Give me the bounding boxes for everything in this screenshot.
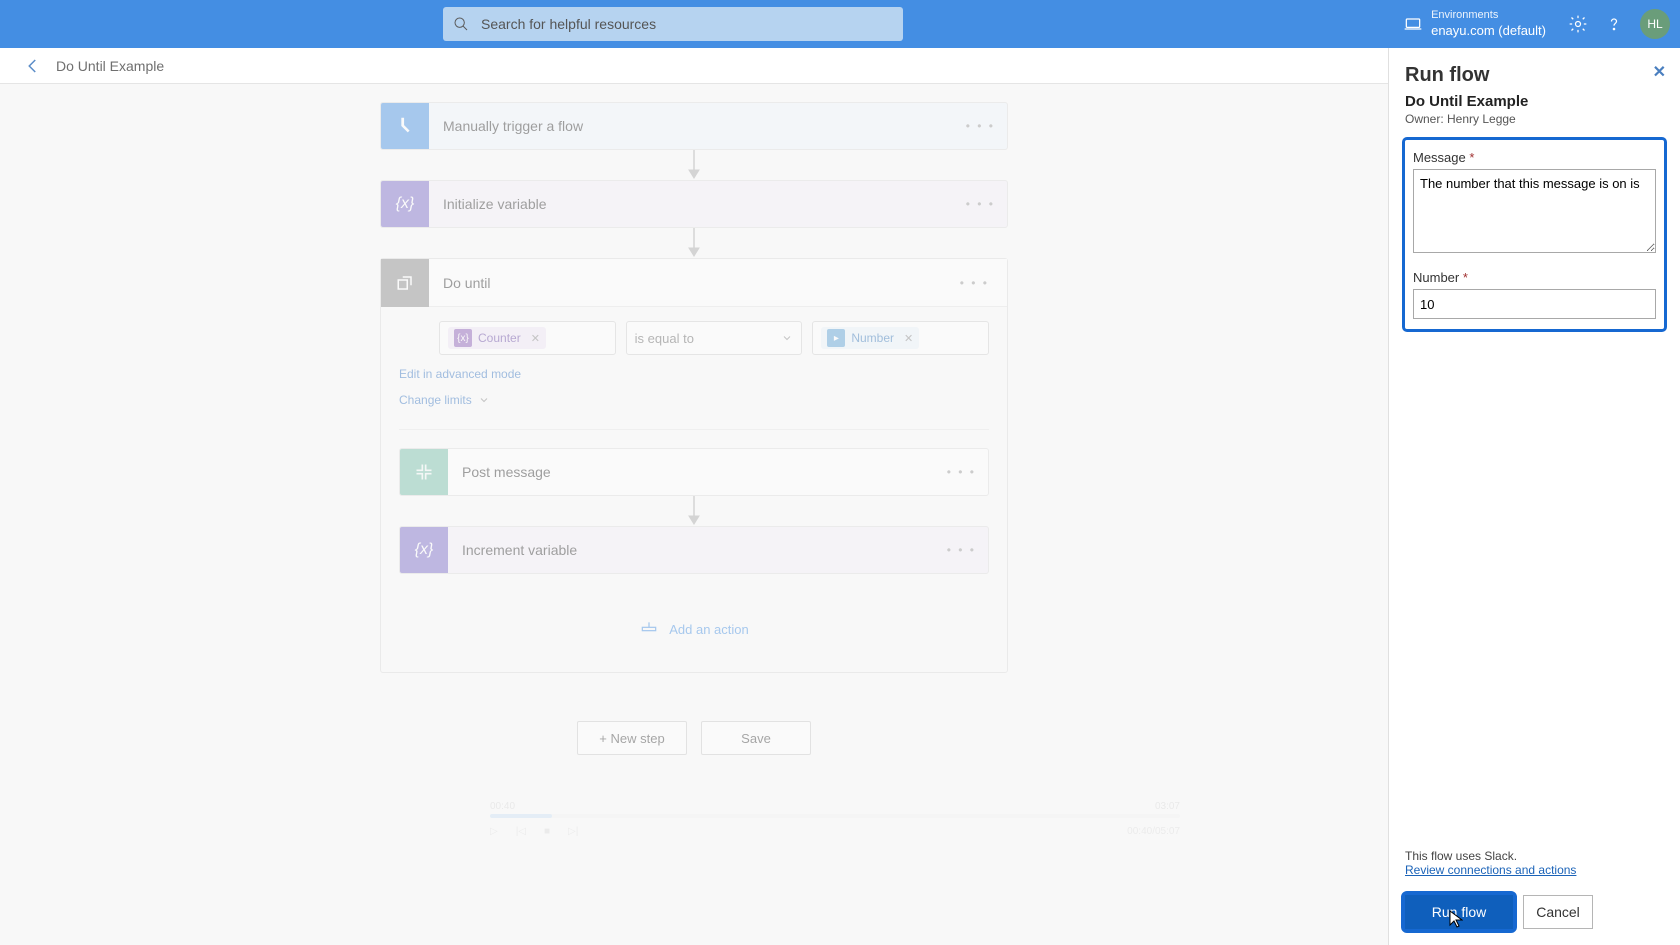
close-icon[interactable]: ✕ — [1653, 62, 1666, 82]
variable-icon: {x} — [400, 526, 448, 574]
number-label: Number * — [1413, 270, 1656, 285]
gear-icon[interactable] — [1568, 14, 1588, 34]
chip-input-icon: ▸ — [827, 329, 845, 347]
advanced-mode-link[interactable]: Edit in advanced mode — [381, 363, 1007, 385]
save-button[interactable]: Save — [701, 721, 811, 755]
run-button-highlight: Run flow — [1405, 895, 1513, 929]
step-menu[interactable]: • • • — [966, 197, 995, 211]
step-trigger[interactable]: Manually trigger a flow • • • — [380, 102, 1008, 150]
message-input[interactable] — [1413, 169, 1656, 253]
do-until-label: Do until — [429, 275, 490, 291]
add-action-button[interactable]: Add an action — [399, 610, 989, 648]
topbar-right: Environments enayu.com (default) HL — [1403, 8, 1670, 39]
search-icon — [453, 16, 469, 32]
chip-var-icon: {x} — [454, 329, 472, 347]
prev-icon[interactable]: |◁ — [516, 826, 526, 837]
search-input[interactable] — [481, 16, 893, 32]
change-limits-link[interactable]: Change limits — [381, 385, 1007, 421]
time-current: 00:40 — [490, 801, 515, 812]
env-name: enayu.com (default) — [1431, 23, 1546, 40]
step-menu[interactable]: • • • — [960, 276, 989, 290]
chip-remove-icon[interactable]: ✕ — [904, 332, 913, 345]
slack-icon — [400, 448, 448, 496]
do-until-header[interactable]: Do until • • • — [381, 259, 1007, 307]
counter-chip[interactable]: {x} Counter ✕ — [448, 327, 546, 349]
environment-selector[interactable]: Environments enayu.com (default) — [1431, 8, 1546, 39]
panel-title: Run flow — [1405, 64, 1664, 87]
cancel-button[interactable]: Cancel — [1523, 895, 1593, 929]
condition-operator[interactable]: is equal to — [626, 321, 803, 355]
step-increment-variable[interactable]: {x} Increment variable • • • — [399, 526, 989, 574]
connector-arrow — [380, 150, 1008, 180]
time-counter: 00:40/05:07 — [1127, 826, 1180, 837]
step-menu[interactable]: • • • — [947, 543, 976, 557]
review-connections-link[interactable]: Review connections and actions — [1405, 863, 1664, 877]
new-step-button[interactable]: + New step — [577, 721, 687, 755]
post-message-label: Post message — [448, 464, 551, 480]
chip-remove-icon[interactable]: ✕ — [531, 332, 540, 345]
step-menu[interactable]: • • • — [947, 465, 976, 479]
connector-arrow — [380, 228, 1008, 258]
time-duration: 03:07 — [1155, 801, 1180, 812]
environment-icon — [1403, 14, 1423, 34]
flow-canvas: Manually trigger a flow • • • {x} Initia… — [0, 84, 1388, 945]
env-label: Environments — [1431, 8, 1546, 22]
panel-owner: Owner: Henry Legge — [1405, 112, 1664, 126]
variable-icon: {x} — [381, 180, 429, 228]
message-label: Message * — [1413, 150, 1656, 165]
divider — [399, 429, 989, 430]
condition-right[interactable]: ▸ Number ✕ — [812, 321, 989, 355]
add-action-icon — [639, 619, 659, 639]
run-flow-button[interactable]: Run flow — [1405, 895, 1513, 929]
step-do-until: Do until • • • {x} Counter ✕ is equal to — [380, 258, 1008, 673]
step-post-message[interactable]: Post message • • • — [399, 448, 989, 496]
trigger-label: Manually trigger a flow — [429, 118, 583, 134]
back-arrow-icon[interactable] — [24, 57, 42, 75]
avatar[interactable]: HL — [1640, 9, 1670, 39]
form-highlight: Message * Number * — [1405, 140, 1664, 329]
chevron-down-icon — [781, 332, 793, 344]
stop-icon[interactable]: ■ — [544, 826, 550, 837]
number-chip[interactable]: ▸ Number ✕ — [821, 327, 919, 349]
trigger-icon — [381, 102, 429, 150]
run-flow-panel: ✕ Run flow Do Until Example Owner: Henry… — [1388, 48, 1680, 945]
step-menu[interactable]: • • • — [966, 119, 995, 133]
cursor-icon — [1449, 910, 1463, 931]
connector-arrow — [399, 496, 989, 526]
init-var-label: Initialize variable — [429, 196, 547, 212]
video-player-overlay: 00:40 03:07 ▷ |◁ ■ ▷| 00:40/05:07 — [490, 801, 1180, 843]
next-icon[interactable]: ▷| — [568, 826, 578, 837]
uses-text: This flow uses Slack. — [1405, 849, 1664, 863]
play-icon[interactable]: ▷ — [490, 826, 498, 837]
page-title: Do Until Example — [56, 58, 164, 74]
top-bar: Environments enayu.com (default) HL — [0, 0, 1680, 48]
condition-left[interactable]: {x} Counter ✕ — [439, 321, 616, 355]
condition-row: {x} Counter ✕ is equal to ▸ Number ✕ — [381, 307, 1007, 363]
panel-subtitle: Do Until Example — [1405, 93, 1664, 110]
loop-icon — [381, 259, 429, 307]
help-icon[interactable] — [1604, 14, 1624, 34]
chevron-down-icon — [478, 394, 490, 406]
increment-label: Increment variable — [448, 542, 577, 558]
search-box[interactable] — [443, 7, 903, 41]
step-initialize-variable[interactable]: {x} Initialize variable • • • — [380, 180, 1008, 228]
number-input[interactable] — [1413, 289, 1656, 319]
